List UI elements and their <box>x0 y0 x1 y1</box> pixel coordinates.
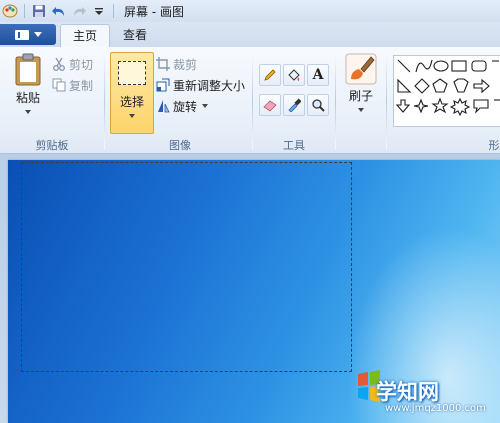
eraser-tool[interactable] <box>259 94 281 116</box>
clipboard-group-label: 剪贴板 <box>35 139 69 152</box>
watermark-brand: 学知网 <box>376 380 439 404</box>
brushes-label: 刷子 <box>348 89 373 103</box>
rotate-label: 旋转 <box>173 99 198 114</box>
group-separator <box>104 53 105 149</box>
shapes-group-label: 形 <box>488 139 500 152</box>
watermark-url: www.jmqz1000.com <box>385 403 486 414</box>
cut-label: 剪切 <box>69 57 94 72</box>
quick-access-toolbar <box>2 2 116 20</box>
pencil-icon <box>264 69 276 81</box>
paste-label: 粘贴 <box>15 91 40 105</box>
brush-icon <box>345 53 377 85</box>
clipboard-icon <box>15 53 41 86</box>
chevron-down-icon <box>358 108 364 112</box>
text-icon: A <box>312 67 324 83</box>
qat-separator <box>24 4 25 18</box>
title-bar: 屏幕 - 画图 <box>0 0 500 23</box>
chevron-down-icon <box>129 114 135 118</box>
chevron-down-icon <box>25 110 31 114</box>
save-icon[interactable] <box>31 3 47 19</box>
image-group-label: 图像 <box>169 139 191 152</box>
magnifier-icon <box>312 99 325 112</box>
tools-grid: A <box>259 64 329 116</box>
tab-home[interactable]: 主页 <box>60 24 110 48</box>
color-picker-tool[interactable] <box>283 94 305 116</box>
selection-rect-icon <box>118 61 146 85</box>
eyedropper-icon <box>288 98 301 112</box>
copy-label: 复制 <box>69 78 94 93</box>
copy-icon <box>52 78 66 92</box>
paint-menu-button[interactable] <box>0 24 56 45</box>
paint-app-icon[interactable] <box>2 3 18 19</box>
ribbon-tab-row: 主页 查看 <box>0 22 500 48</box>
cut-button: 剪切 <box>52 55 93 73</box>
resize-button[interactable]: 重新调整大小 <box>156 76 245 94</box>
scissors-icon <box>53 57 65 71</box>
fill-tool[interactable] <box>283 64 305 86</box>
resize-label: 重新调整大小 <box>173 78 246 93</box>
undo-icon[interactable] <box>51 3 67 19</box>
paste-button[interactable]: 粘贴 <box>8 53 48 114</box>
selection-marquee[interactable] <box>21 162 352 372</box>
crop-button: 裁剪 <box>156 55 197 73</box>
text-tool[interactable]: A <box>307 64 329 86</box>
crop-icon <box>156 57 170 71</box>
tools-group-label: 工具 <box>283 139 305 152</box>
ribbon: 粘贴 剪切 复制 剪贴板 选择 裁剪 重新调整大小 旋转 图像 A 工具 刷子 … <box>0 47 500 154</box>
tab-view[interactable]: 查看 <box>112 24 158 47</box>
pencil-tool[interactable] <box>259 64 281 86</box>
rotate-button[interactable]: 旋转 <box>156 97 209 115</box>
window-title: 屏幕 - 画图 <box>124 5 184 19</box>
group-separator <box>386 53 387 149</box>
customize-qat-icon[interactable] <box>91 3 107 19</box>
magnifier-tool[interactable] <box>307 94 329 116</box>
paint-bucket-icon <box>288 69 300 81</box>
qat-separator <box>113 4 114 18</box>
crop-label: 裁剪 <box>173 57 198 72</box>
group-separator <box>335 53 336 149</box>
chevron-down-icon <box>202 104 209 108</box>
eraser-icon <box>263 100 277 112</box>
group-separator <box>252 53 253 149</box>
shapes-gallery[interactable] <box>393 55 500 127</box>
select-label: 选择 <box>119 95 144 109</box>
redo-icon <box>71 3 87 19</box>
rotate-icon <box>158 100 170 113</box>
shapes-icons <box>395 59 500 117</box>
menu-document-icon <box>14 29 29 40</box>
copy-button: 复制 <box>52 76 93 94</box>
chevron-down-icon <box>33 32 42 37</box>
resize-icon <box>156 78 170 92</box>
brushes-button[interactable]: 刷子 <box>342 53 380 112</box>
select-button[interactable]: 选择 <box>110 52 154 134</box>
